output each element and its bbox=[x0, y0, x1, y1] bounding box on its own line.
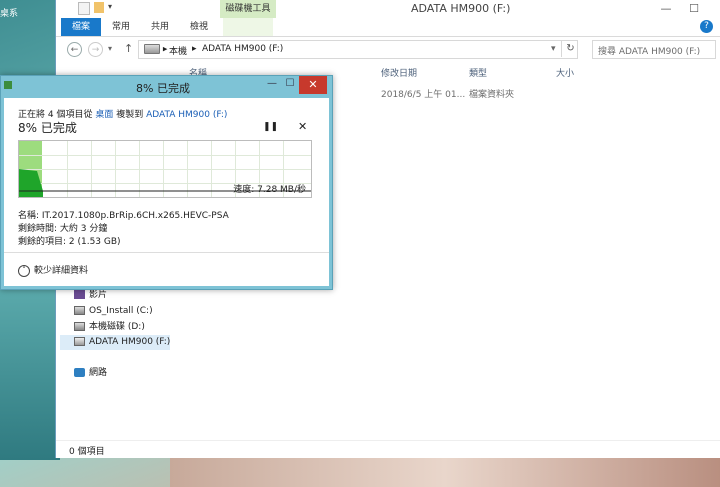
forward-button[interactable]: → bbox=[88, 42, 103, 57]
tab-home[interactable]: 常用 bbox=[106, 18, 136, 36]
address-dropdown-icon[interactable]: ▾ bbox=[551, 44, 556, 54]
tab-manage[interactable] bbox=[223, 18, 273, 36]
dialog-close-button[interactable]: ✕ bbox=[299, 76, 327, 94]
copy-summary-mid: 複製到 bbox=[113, 110, 147, 120]
nav-item-network[interactable]: 網路 bbox=[74, 366, 107, 381]
item-count: 0 個項目 bbox=[69, 447, 105, 457]
videos-icon bbox=[74, 290, 85, 299]
maximize-button[interactable]: ☐ bbox=[684, 0, 704, 18]
tab-view[interactable]: 檢視 bbox=[184, 18, 214, 36]
window-title: ADATA HM900 (F:) bbox=[411, 2, 511, 15]
time-remaining: 剩餘時間: 大約 3 分鐘 bbox=[18, 224, 108, 234]
desktop-wallpaper-shape bbox=[170, 455, 720, 487]
transfer-speed-graph: 速度: 7.28 MB/秒 bbox=[18, 140, 312, 198]
dialog-maximize-button[interactable]: ☐ bbox=[281, 78, 299, 92]
fewer-details-button[interactable]: ˄ 較少詳細資料 bbox=[18, 263, 88, 277]
progress-percent: 8% 已完成 bbox=[18, 121, 77, 135]
drive-icon bbox=[74, 322, 85, 331]
nav-item-label: 網路 bbox=[89, 368, 108, 378]
copy-icon bbox=[4, 81, 12, 89]
drive-icon bbox=[144, 44, 160, 54]
nav-item-label: 影片 bbox=[89, 290, 108, 300]
file-name: 名稱: IT.2017.1080p.BrRip.6CH.x265.HEVC-PS… bbox=[18, 211, 229, 221]
column-date[interactable]: 修改日期 bbox=[381, 66, 417, 80]
network-icon bbox=[74, 368, 85, 377]
column-size[interactable]: 大小 bbox=[556, 66, 574, 80]
chevron-down-icon[interactable]: ▾ bbox=[108, 2, 118, 13]
quick-access-toolbar: ▾ bbox=[78, 2, 118, 15]
ribbon-tabs: 檔案 常用 共用 檢視 ? bbox=[56, 18, 720, 37]
destination-link[interactable]: ADATA HM900 (F:) bbox=[146, 110, 227, 120]
desktop-icon-label[interactable]: 桌系 bbox=[0, 6, 18, 19]
drive-icon bbox=[74, 337, 85, 346]
properties-icon[interactable] bbox=[78, 2, 90, 15]
title-bar: ▾ 磁碟機工具 ADATA HM900 (F:) — ☐ bbox=[56, 0, 720, 18]
breadcrumb-root[interactable]: 本機 bbox=[169, 44, 187, 57]
desktop-wallpaper-shape bbox=[0, 290, 60, 460]
drive-tools-context-label: 磁碟機工具 bbox=[220, 0, 276, 18]
nav-item-label: 本機磁碟 (D:) bbox=[89, 322, 145, 332]
cancel-button[interactable]: ✕ bbox=[298, 120, 307, 133]
transfer-speed: 速度: 7.28 MB/秒 bbox=[233, 185, 306, 195]
nav-item-label: ADATA HM900 (F:) bbox=[89, 337, 171, 347]
new-folder-icon[interactable] bbox=[94, 2, 104, 13]
dialog-title-bar[interactable]: 8% 已完成 — ☐ ✕ bbox=[1, 76, 334, 96]
up-icon[interactable]: ↑ bbox=[124, 42, 133, 55]
nav-item-c-drive[interactable]: OS_Install (C:) bbox=[74, 304, 153, 319]
address-bar[interactable]: ▸ 本機 ▸ ADATA HM900 (F:) ▾ bbox=[138, 40, 578, 59]
nav-item-d-drive[interactable]: 本機磁碟 (D:) bbox=[74, 320, 145, 335]
refresh-button[interactable]: ↻ bbox=[561, 40, 579, 57]
nav-item-f-drive[interactable]: ADATA HM900 (F:) bbox=[60, 335, 170, 350]
address-toolbar: ← → ▾ ↑ ▸ 本機 ▸ ADATA HM900 (F:) ▾ ↻ 搜尋 A… bbox=[56, 38, 720, 62]
search-input[interactable]: 搜尋 ADATA HM900 (F:) bbox=[592, 40, 716, 59]
fewer-details-label: 較少詳細資料 bbox=[34, 266, 89, 276]
copy-progress-dialog: 8% 已完成 — ☐ ✕ 正在將 4 個項目從 桌面 複製到 ADATA HM9… bbox=[0, 75, 333, 290]
dialog-minimize-button[interactable]: — bbox=[263, 78, 281, 92]
minimize-button[interactable]: — bbox=[656, 0, 676, 18]
breadcrumb-location[interactable]: ADATA HM900 (F:) bbox=[202, 44, 283, 54]
pause-button[interactable]: ❚❚ bbox=[263, 122, 278, 132]
tab-file[interactable]: 檔案 bbox=[61, 18, 101, 36]
recent-locations-icon[interactable]: ▾ bbox=[108, 44, 112, 53]
nav-item-videos[interactable]: 影片 bbox=[74, 288, 107, 303]
drive-icon bbox=[74, 306, 85, 315]
row-type: 檔案資料夾 bbox=[469, 90, 515, 100]
search-placeholder: 搜尋 ADATA HM900 (F:) bbox=[598, 47, 701, 57]
nav-item-label: OS_Install (C:) bbox=[89, 306, 153, 316]
items-remaining: 剩餘的項目: 2 (1.53 GB) bbox=[18, 237, 121, 247]
column-type[interactable]: 類型 bbox=[469, 66, 487, 80]
tab-share[interactable]: 共用 bbox=[145, 18, 175, 36]
help-icon[interactable]: ? bbox=[700, 20, 713, 33]
back-button[interactable]: ← bbox=[67, 42, 82, 57]
divider bbox=[4, 252, 329, 253]
status-bar: 0 個項目 bbox=[56, 440, 720, 459]
breadcrumb-separator: ▸ bbox=[192, 44, 197, 54]
dialog-body: 正在將 4 個項目從 桌面 複製到 ADATA HM900 (F:) 8% 已完… bbox=[4, 98, 329, 286]
dialog-title: 8% 已完成 bbox=[136, 82, 190, 95]
row-date: 2018/6/5 上午 01... bbox=[381, 90, 466, 100]
source-link[interactable]: 桌面 bbox=[95, 110, 113, 120]
chevron-up-icon: ˄ bbox=[18, 264, 30, 277]
